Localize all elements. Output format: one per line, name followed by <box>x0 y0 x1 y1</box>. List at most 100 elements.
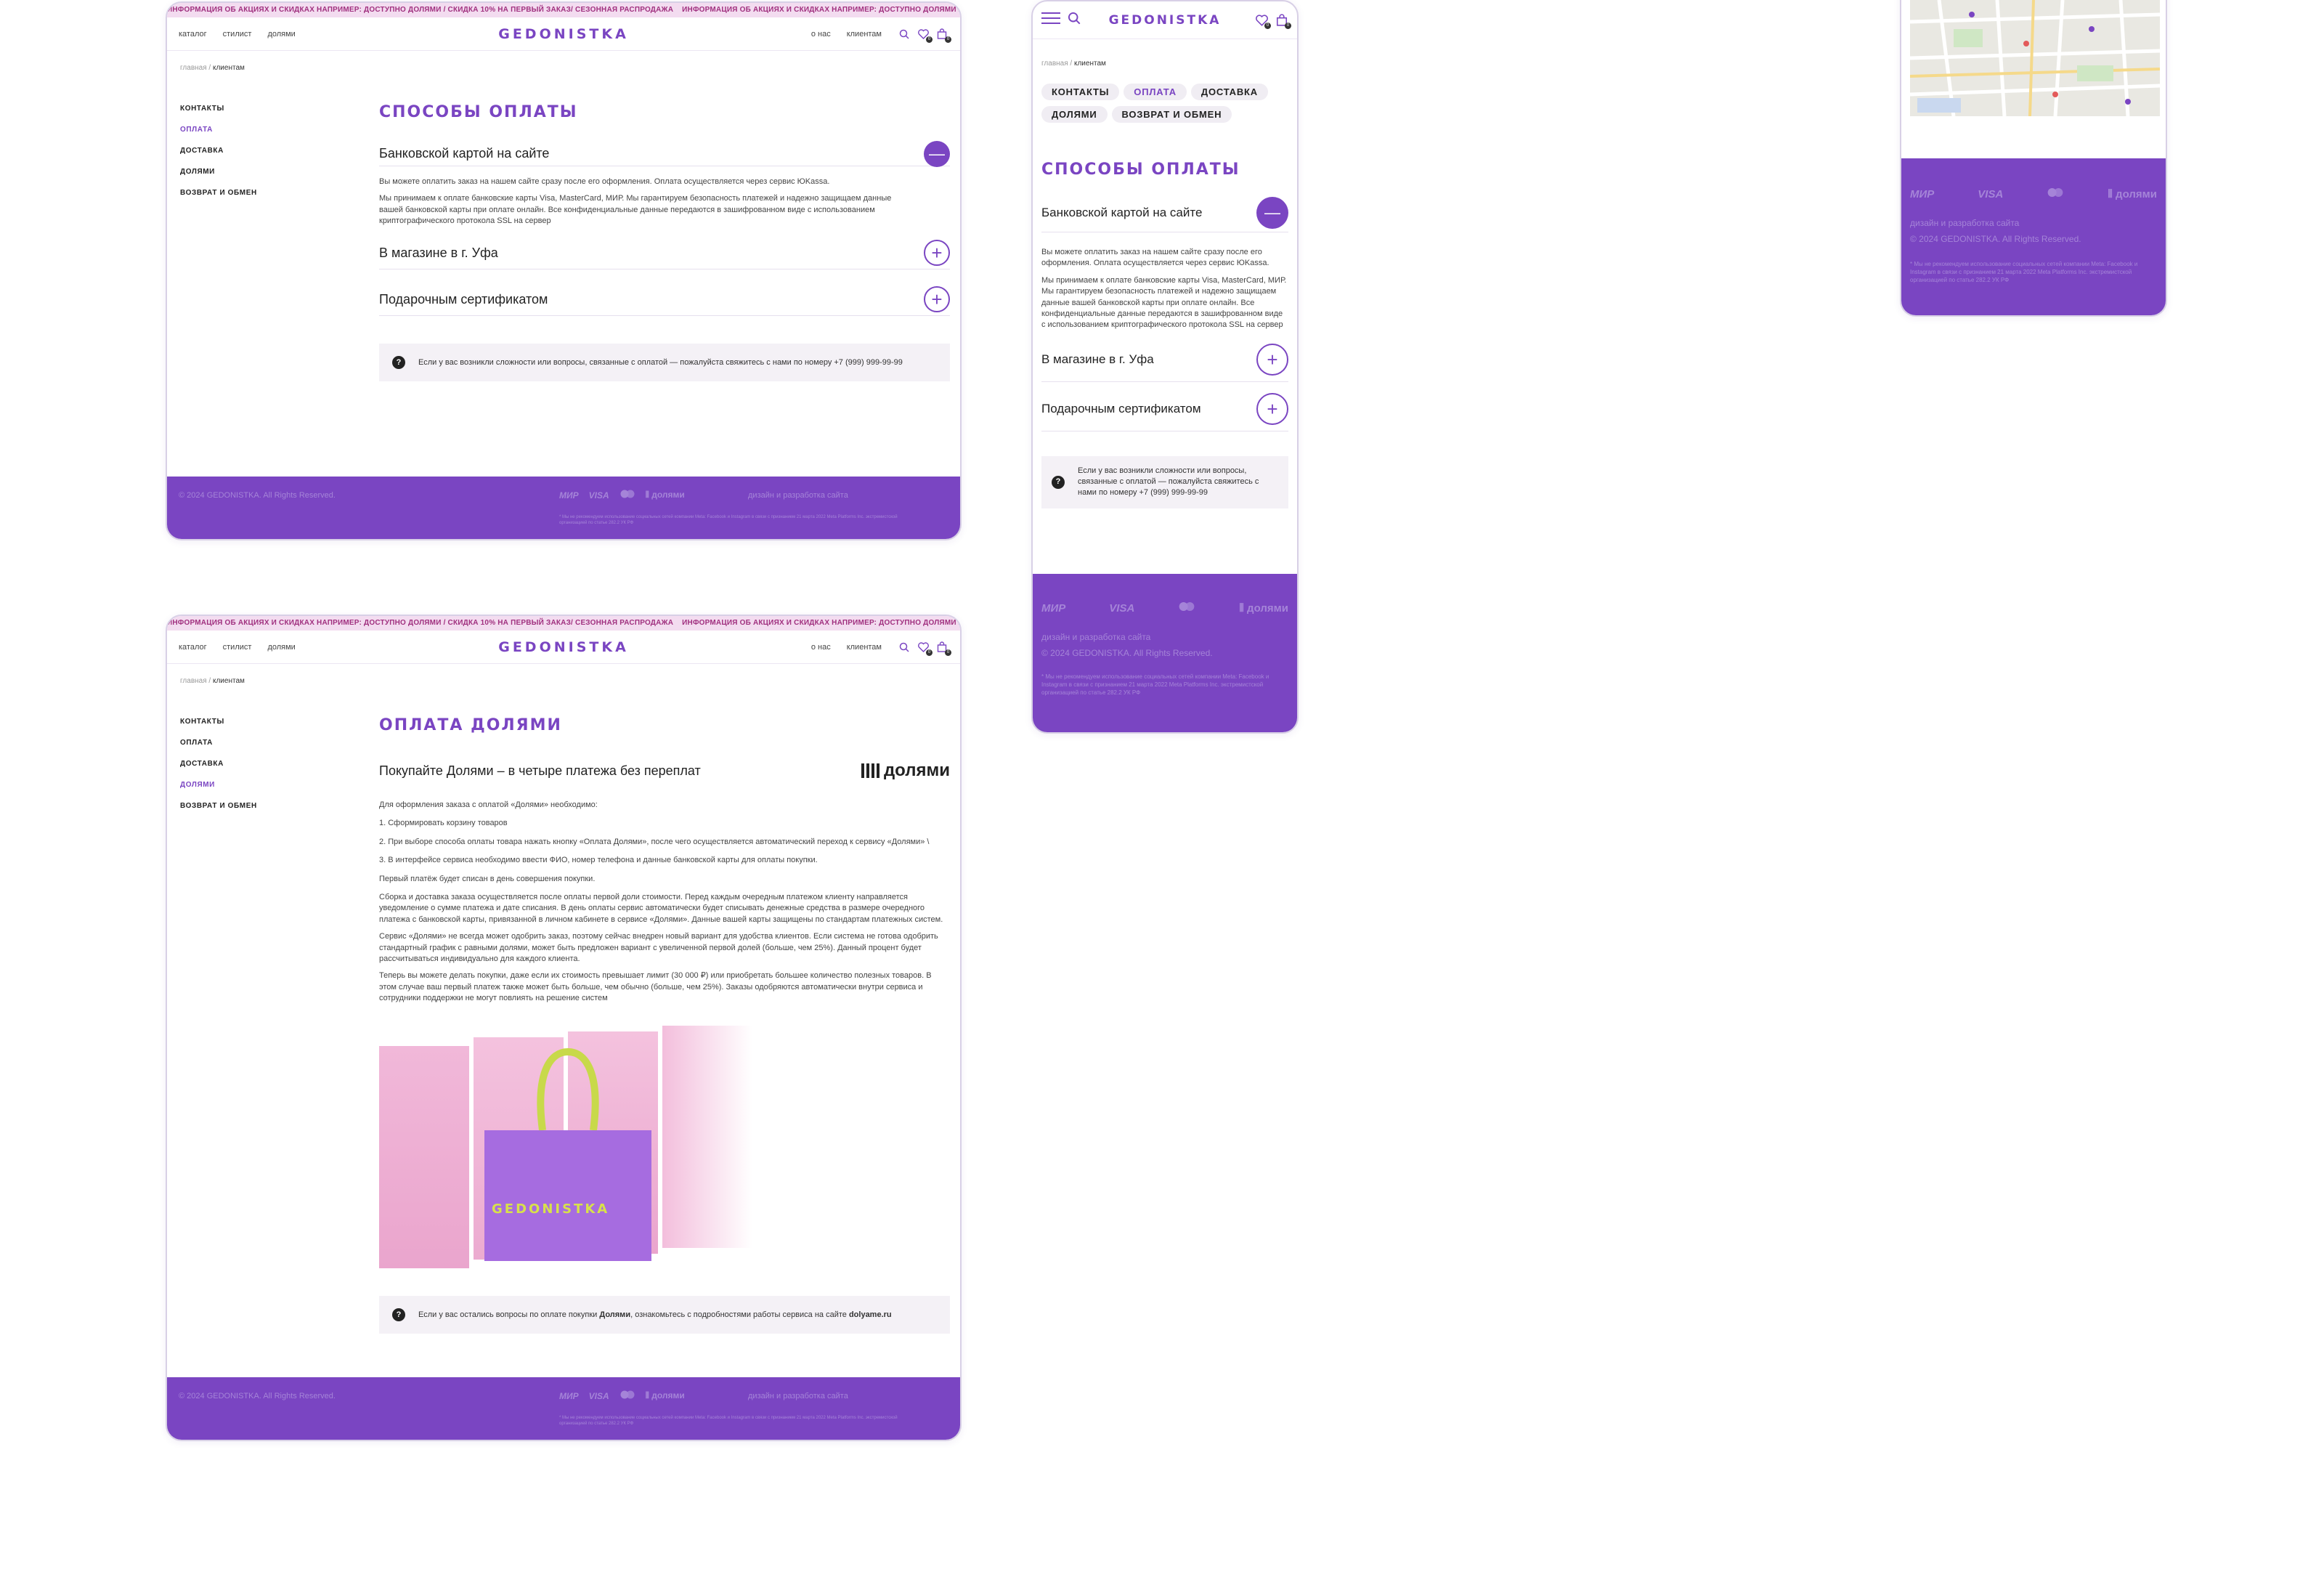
accordion-certificate-header[interactable]: Подарочным сертификатом + <box>1041 388 1288 431</box>
pill-dolyami[interactable]: ДОЛЯМИ <box>1041 106 1108 123</box>
help-note-text: Если у вас остались вопросы по оплате по… <box>418 1310 892 1320</box>
expand-icon[interactable]: + <box>1256 393 1288 426</box>
nav-link-about[interactable]: о нас <box>811 30 831 38</box>
sidebar-item-payment[interactable]: ОПЛАТА <box>180 739 257 747</box>
nav-link-stylist[interactable]: стилист <box>223 643 252 652</box>
accordion-card-text-1: Вы можете оплатить заказ на нашем сайте … <box>379 177 830 186</box>
nav-link-dolyami[interactable]: долями <box>267 30 295 38</box>
dolyami-text-8: Теперь вы можете делать покупки, даже ес… <box>379 971 932 1003</box>
collapse-icon[interactable]: — <box>924 140 950 167</box>
bag-icon[interactable]: 0 <box>935 28 951 43</box>
site-logo[interactable]: GEDONISTKA <box>498 639 629 655</box>
mastercard-icon <box>1178 601 1195 615</box>
pill-delivery[interactable]: ДОСТАВКА <box>1190 84 1268 100</box>
pill-payment[interactable]: ОПЛАТА <box>1124 84 1187 100</box>
burger-menu-icon[interactable] <box>1041 12 1060 28</box>
dolyami-logo: ⦀ долями <box>2108 187 2157 200</box>
sidebar-menu: КОНТАКТЫ ОПЛАТА ДОСТАВКА ДОЛЯМИ ВОЗВРАТ … <box>180 718 257 810</box>
wishlist-count: 0 <box>1264 22 1271 29</box>
wishlist-count: 0 <box>926 649 933 656</box>
mir-logo: МИР <box>559 490 579 500</box>
footer-disclaimer: * Мы не рекомендуем использование социал… <box>1910 261 2138 284</box>
pill-contacts[interactable]: КОНТАКТЫ <box>1041 84 1120 100</box>
top-nav: каталог стилист долями GEDONISTKA о нас … <box>167 631 960 664</box>
breadcrumb: главная / клиентам <box>167 51 960 72</box>
sidebar-item-returns[interactable]: ВОЗВРАТ И ОБМЕН <box>180 189 257 197</box>
mastercard-icon <box>619 1390 635 1401</box>
bag-icon[interactable]: 0 <box>1275 14 1291 29</box>
sidebar-item-dolyami[interactable]: ДОЛЯМИ <box>180 168 257 176</box>
sidebar-item-contacts[interactable]: КОНТАКТЫ <box>180 105 257 113</box>
nav-link-clients[interactable]: клиентам <box>847 643 882 652</box>
dolyame-link[interactable]: dolyame.ru <box>849 1310 892 1319</box>
map-widget[interactable] <box>1910 0 2160 116</box>
sidebar-item-dolyami[interactable]: ДОЛЯМИ <box>180 781 257 789</box>
footer-dev-link[interactable]: дизайн и разработка сайта <box>748 491 848 500</box>
footer-disclaimer: * Мы не рекомендуем использование социал… <box>559 1416 898 1427</box>
heart-icon[interactable]: 0 <box>1255 14 1271 29</box>
pill-returns[interactable]: ВОЗВРАТ И ОБМЕН <box>1111 106 1232 123</box>
accordion-card-header[interactable]: Банковской картой на сайте — <box>379 140 950 167</box>
search-icon[interactable] <box>898 641 911 654</box>
accordion-store-title: В магазине в г. Уфа <box>1041 352 1154 367</box>
dolyami-logo: ⦀ долями <box>645 1390 685 1400</box>
product-image: GEDONISTKA <box>379 1026 757 1270</box>
heart-icon[interactable]: 0 <box>917 28 933 43</box>
accordion-card-title: Банковской картой на сайте <box>379 146 550 161</box>
footer-dev-link[interactable]: дизайн и разработка сайта <box>1910 218 2019 228</box>
sidebar-item-delivery[interactable]: ДОСТАВКА <box>180 760 257 768</box>
footer-copyright: © 2024 GEDONISTKA. All Rights Reserved. <box>1910 234 2081 244</box>
nav-link-catalog[interactable]: каталог <box>179 30 207 38</box>
breadcrumb-home[interactable]: главная / <box>180 677 211 685</box>
accordion-card-text-2: Мы принимаем к оплате банковские карты V… <box>379 194 892 226</box>
sidebar-item-payment[interactable]: ОПЛАТА <box>180 126 257 134</box>
site-logo[interactable]: GEDONISTKA <box>1109 13 1222 28</box>
accordion-card-text-1: Вы можете оплатить заказ на нашем сайте … <box>1041 248 1269 268</box>
accordion-certificate-header[interactable]: Подарочным сертификатом + <box>379 284 950 316</box>
mastercard-icon <box>619 490 635 500</box>
bag-logo-text: GEDONISTKA <box>492 1201 610 1217</box>
accordion-store-header[interactable]: В магазине в г. Уфа + <box>379 238 950 269</box>
sidebar-item-returns[interactable]: ВОЗВРАТ И ОБМЕН <box>180 802 257 810</box>
dolyami-subtitle: Покупайте Долями – в четыре платежа без … <box>379 763 701 778</box>
expand-icon[interactable]: + <box>924 286 950 313</box>
expand-icon[interactable]: + <box>1256 344 1288 376</box>
visa-logo: VISA <box>1109 601 1135 615</box>
mobile-payment-frame: GEDONISTKA 0 0 главная / клиентам КОНТАК… <box>1031 0 1299 734</box>
accordion-card-header[interactable]: Банковской картой на сайте — <box>1041 193 1288 232</box>
footer: МИР VISA ⦀ долями дизайн и разработка са… <box>1033 574 1297 732</box>
bag-icon[interactable]: 0 <box>935 641 951 656</box>
accordion-card-text-2: Мы принимаем к оплате банковские карты V… <box>1041 275 1287 330</box>
help-note: ? Если у вас возникли сложности или вопр… <box>379 343 950 381</box>
search-icon[interactable] <box>898 28 911 41</box>
page-title: СПОСОБЫ ОПЛАТЫ <box>1041 161 1240 179</box>
visa-logo: VISA <box>588 1390 609 1401</box>
nav-link-about[interactable]: о нас <box>811 643 831 652</box>
dolyami-brand-logo: долями <box>861 761 950 781</box>
heart-icon[interactable]: 0 <box>917 641 933 656</box>
breadcrumb-home[interactable]: главная / <box>180 64 211 72</box>
breadcrumb-home[interactable]: главная / <box>1041 60 1072 68</box>
nav-link-dolyami[interactable]: долями <box>267 643 295 652</box>
mir-logo: МИР <box>1910 187 1935 200</box>
footer-dev-link[interactable]: дизайн и разработка сайта <box>1041 632 1150 642</box>
nav-link-stylist[interactable]: стилист <box>223 30 252 38</box>
site-logo[interactable]: GEDONISTKA <box>498 26 629 42</box>
cart-count: 0 <box>1285 22 1291 29</box>
footer-copyright: © 2024 GEDONISTKA. All Rights Reserved. <box>179 1392 336 1400</box>
sidebar-item-delivery[interactable]: ДОСТАВКА <box>180 147 257 155</box>
help-note-text: Если у вас возникли сложности или вопрос… <box>418 357 903 367</box>
nav-link-catalog[interactable]: каталог <box>179 643 207 652</box>
dolyami-text-1: Для оформления заказа с оплатой «Долями»… <box>379 800 598 809</box>
payment-logos: МИР VISA ⦀ долями <box>559 1390 685 1401</box>
nav-link-clients[interactable]: клиентам <box>847 30 882 38</box>
search-icon[interactable] <box>1068 12 1081 28</box>
breadcrumb-current: клиентам <box>1073 60 1106 68</box>
footer-dev-link[interactable]: дизайн и разработка сайта <box>748 1392 848 1400</box>
sidebar-item-contacts[interactable]: КОНТАКТЫ <box>180 718 257 726</box>
accordion-card-title: Банковской картой на сайте <box>1041 205 1203 219</box>
expand-icon[interactable]: + <box>924 240 950 267</box>
payment-logos: МИР VISA ⦀ долями <box>559 490 685 500</box>
collapse-icon[interactable]: — <box>1256 196 1288 229</box>
accordion-store-header[interactable]: В магазине в г. Уфа + <box>1041 338 1288 382</box>
